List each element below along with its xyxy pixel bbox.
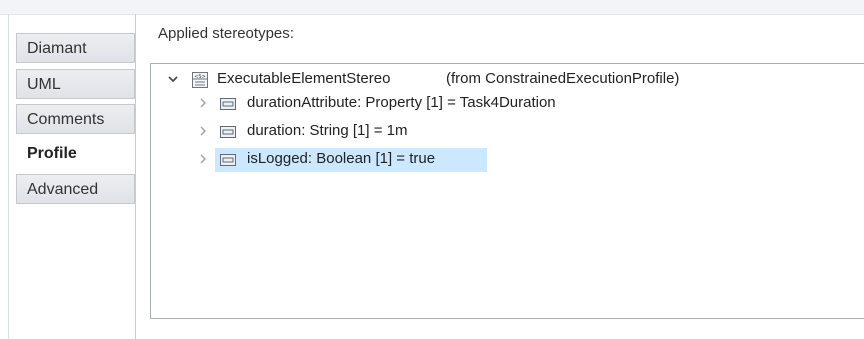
tab-comments[interactable]: Comments (16, 104, 135, 134)
stereotype-tree[interactable]: <S> ExecutableElementStereo (from Constr… (150, 63, 864, 319)
property-icon (219, 97, 237, 115)
property-label: duration: String [1] = 1m (247, 122, 408, 139)
tab-label: Advanced (27, 181, 99, 198)
tree-row-property[interactable]: durationAttribute: Property [1] = Task4D… (197, 92, 797, 116)
chevron-right-icon[interactable] (197, 150, 209, 168)
properties-view: Diamant UML Comments Profile Advanced Ap… (0, 0, 864, 339)
svg-text:<S>: <S> (194, 74, 206, 80)
property-icon (219, 125, 237, 143)
chevron-down-icon[interactable] (167, 70, 179, 88)
tab-label: Comments (27, 111, 105, 128)
view-header-strip (0, 0, 864, 15)
tab-label: Profile (27, 145, 77, 162)
tab-profile[interactable]: Profile (16, 138, 135, 168)
stereotype-icon: <S> (191, 71, 209, 93)
tree-row-property-selected[interactable]: isLogged: Boolean [1] = true (197, 148, 797, 172)
view-left-border (8, 14, 9, 339)
tab-uml[interactable]: UML (16, 69, 135, 99)
property-icon (219, 153, 237, 171)
property-label: isLogged: Boolean [1] = true (247, 150, 436, 167)
stereotype-source-profile: (from ConstrainedExecutionProfile) (446, 70, 680, 87)
property-label: durationAttribute: Property [1] = Task4D… (247, 94, 556, 111)
applied-stereotypes-label: Applied stereotypes: (158, 25, 294, 42)
tree-row-property[interactable]: duration: String [1] = 1m (197, 120, 797, 144)
chevron-right-icon[interactable] (197, 94, 209, 112)
chevron-right-icon[interactable] (197, 122, 209, 140)
tab-advanced[interactable]: Advanced (16, 174, 135, 204)
tab-label: Diamant (27, 40, 87, 57)
tab-diamant[interactable]: Diamant (16, 33, 135, 63)
tabs-divider (135, 14, 136, 339)
stereotype-name: ExecutableElementStereo (217, 70, 391, 87)
tree-row-stereotype[interactable]: <S> ExecutableElementStereo (from Constr… (167, 68, 767, 92)
tab-label: UML (27, 76, 61, 93)
